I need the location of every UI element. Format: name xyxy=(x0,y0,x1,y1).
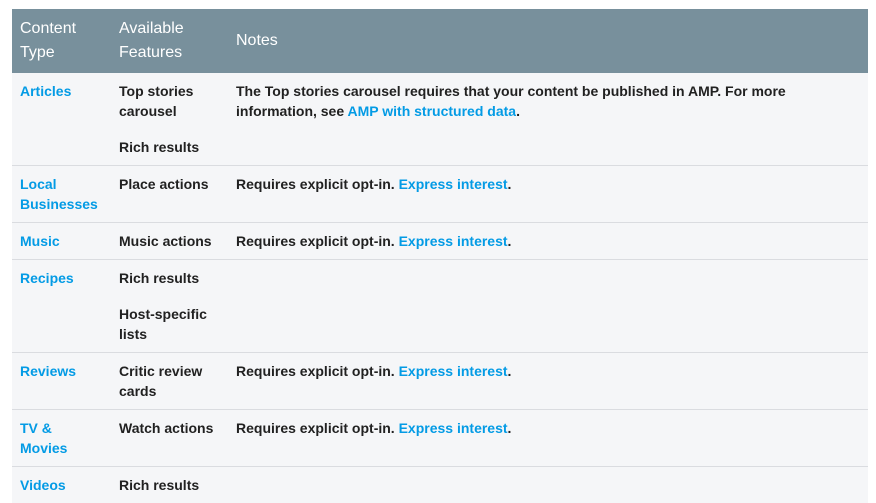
feature-item: Rich results xyxy=(119,137,220,157)
table-row: Articles Top stories carousel Rich resul… xyxy=(12,73,868,166)
note-text: Requires explicit opt-in. xyxy=(236,363,399,379)
notes-cell: Requires explicit opt-in. Express intere… xyxy=(228,353,868,410)
features-cell: Watch actions xyxy=(111,410,228,467)
features-cell: Critic review cards xyxy=(111,353,228,410)
content-type-link-articles[interactable]: Articles xyxy=(20,83,71,99)
features-cell: Rich results Host-specific lists xyxy=(111,260,228,353)
express-interest-link[interactable]: Express interest xyxy=(399,233,508,249)
content-type-link-music[interactable]: Music xyxy=(20,233,60,249)
table-row: Music Music actions Requires explicit op… xyxy=(12,223,868,260)
features-cell: Music actions xyxy=(111,223,228,260)
notes-cell xyxy=(228,467,868,503)
header-available-features: Available Features xyxy=(111,9,228,73)
feature-item: Critic review cards xyxy=(119,361,220,401)
table-row: Reviews Critic review cards Requires exp… xyxy=(12,353,868,410)
content-type-cell: TV & Movies xyxy=(12,410,111,467)
notes-cell: The Top stories carousel requires that y… xyxy=(228,73,868,166)
content-type-cell: Reviews xyxy=(12,353,111,410)
header-content-type: Content Type xyxy=(12,9,111,73)
content-type-link-reviews[interactable]: Reviews xyxy=(20,363,76,379)
content-type-link-recipes[interactable]: Recipes xyxy=(20,270,74,286)
amp-structured-data-link[interactable]: AMP with structured data xyxy=(348,103,517,119)
content-type-link-local-businesses[interactable]: Local Businesses xyxy=(20,176,98,212)
content-type-link-tv-movies[interactable]: TV & Movies xyxy=(20,420,67,456)
content-type-cell: Videos xyxy=(12,467,111,503)
note-text: Requires explicit opt-in. xyxy=(236,176,399,192)
content-type-cell: Local Businesses xyxy=(12,166,111,223)
content-type-cell: Music xyxy=(12,223,111,260)
note-text: Requires explicit opt-in. xyxy=(236,233,399,249)
express-interest-link[interactable]: Express interest xyxy=(399,363,508,379)
feature-item: Watch actions xyxy=(119,418,220,438)
features-cell: Top stories carousel Rich results xyxy=(111,73,228,166)
feature-item: Music actions xyxy=(119,231,220,251)
notes-cell: Requires explicit opt-in. Express intere… xyxy=(228,223,868,260)
feature-item: Top stories carousel xyxy=(119,81,220,121)
features-cell: Place actions xyxy=(111,166,228,223)
content-type-link-videos[interactable]: Videos xyxy=(20,477,66,493)
content-types-table: Content Type Available Features Notes Ar… xyxy=(12,9,868,503)
table-header-row: Content Type Available Features Notes xyxy=(12,9,868,73)
express-interest-link[interactable]: Express interest xyxy=(399,176,508,192)
feature-item: Place actions xyxy=(119,174,220,194)
notes-cell: Requires explicit opt-in. Express intere… xyxy=(228,410,868,467)
features-cell: Rich results xyxy=(111,467,228,503)
express-interest-link[interactable]: Express interest xyxy=(399,420,508,436)
content-type-cell: Articles xyxy=(12,73,111,166)
note-end: . xyxy=(508,420,512,436)
table-row: Recipes Rich results Host-specific lists xyxy=(12,260,868,353)
table-row: Videos Rich results xyxy=(12,467,868,503)
content-type-cell: Recipes xyxy=(12,260,111,353)
note-text: Requires explicit opt-in. xyxy=(236,420,399,436)
table-row: TV & Movies Watch actions Requires expli… xyxy=(12,410,868,467)
feature-item: Rich results xyxy=(119,268,220,288)
feature-item: Host-specific lists xyxy=(119,304,220,344)
feature-item: Rich results xyxy=(119,475,220,495)
notes-cell xyxy=(228,260,868,353)
table-row: Local Businesses Place actions Requires … xyxy=(12,166,868,223)
header-notes: Notes xyxy=(228,9,868,73)
content-types-table-wrapper: Content Type Available Features Notes Ar… xyxy=(12,9,868,503)
note-end: . xyxy=(508,176,512,192)
notes-cell: Requires explicit opt-in. Express intere… xyxy=(228,166,868,223)
note-end: . xyxy=(508,233,512,249)
note-end: . xyxy=(508,363,512,379)
note-end: . xyxy=(516,103,520,119)
